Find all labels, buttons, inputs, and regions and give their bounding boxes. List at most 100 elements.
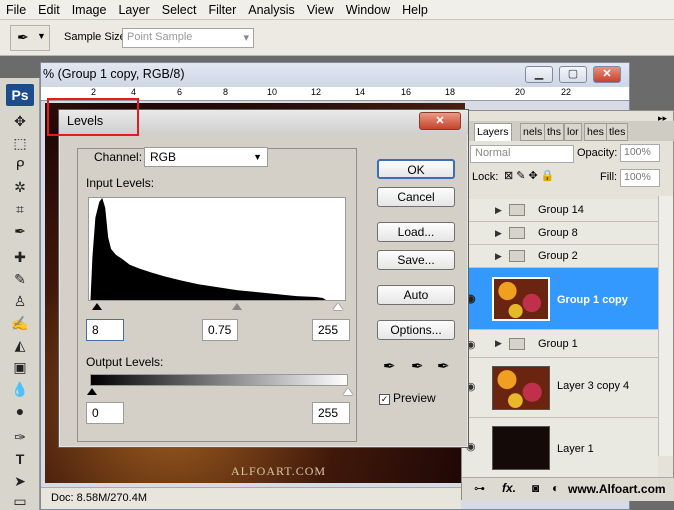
blur-tool-icon[interactable]: 💧 xyxy=(10,380,30,398)
black-point-eyedropper-icon[interactable]: ✒ xyxy=(383,357,396,375)
blend-mode-select[interactable]: Normal xyxy=(470,145,574,163)
lock-icons[interactable]: ⊠ ✎ ✥ 🔒 xyxy=(504,169,555,182)
move-tool-icon[interactable]: ✥ xyxy=(10,112,30,130)
output-white-slider[interactable] xyxy=(343,388,353,395)
healing-brush-icon[interactable]: ✚ xyxy=(10,248,30,266)
menu-window[interactable]: Window xyxy=(340,0,396,20)
options-button[interactable]: Options... xyxy=(377,320,455,340)
panel-tabs: Layers nels ths lor hes tles xyxy=(462,121,674,141)
layer-name: Group 1 copy xyxy=(557,294,628,306)
levels-group: Channel: RGB ▼ Input Levels: 8 0.75 255 … xyxy=(77,147,357,442)
tab-channels[interactable]: nels xyxy=(520,123,546,141)
folder-icon xyxy=(509,338,525,350)
cancel-button[interactable]: Cancel xyxy=(377,187,455,207)
link-layers-icon[interactable]: ⊶ xyxy=(474,482,485,495)
path-selection-icon[interactable]: ➤ xyxy=(10,472,30,490)
input-black-slider[interactable] xyxy=(92,303,102,310)
tab-styles[interactable]: tles xyxy=(606,123,629,141)
shape-tool-icon[interactable]: ▭ xyxy=(10,492,30,510)
output-white-field[interactable]: 255 xyxy=(312,402,350,424)
layer-row[interactable]: ◉ Layer 1 xyxy=(462,418,658,478)
tab-paths[interactable]: ths xyxy=(544,123,565,141)
menu-layer[interactable]: Layer xyxy=(112,0,155,20)
input-gamma-slider[interactable] xyxy=(232,303,242,310)
restore-button[interactable]: ▢ xyxy=(559,66,587,83)
input-white-slider[interactable] xyxy=(333,303,343,310)
photoshop-logo: Ps xyxy=(6,84,34,106)
gray-point-eyedropper-icon[interactable]: ✒ xyxy=(411,357,424,375)
fill-field[interactable]: 100% xyxy=(620,169,660,187)
layer-mask-icon[interactable]: ◙ xyxy=(532,481,539,495)
document-titlebar: % (Group 1 copy, RGB/8) ▁ ▢ ✕ xyxy=(41,63,629,87)
magic-wand-icon[interactable]: ✲ xyxy=(10,178,30,196)
menu-file[interactable]: File xyxy=(0,0,32,20)
menu-select[interactable]: Select xyxy=(156,0,203,20)
input-white-field[interactable]: 255 xyxy=(312,319,350,341)
chevron-down-icon: ▼ xyxy=(37,31,46,41)
toolbox: Ps ✥ ⬚ ᑭ ✲ ⌗ ✒ ✚ ✎ ♙ ✍ ◭ ▣ 💧 ● ✑ T ➤ ▭ xyxy=(0,78,40,510)
tool-preset-picker[interactable]: ✒ ▼ xyxy=(10,25,50,51)
channel-label: Channel: xyxy=(92,150,145,164)
layer-row[interactable]: ◉ Layer 3 copy 4 xyxy=(462,358,658,418)
tab-color[interactable]: lor xyxy=(564,123,582,141)
white-point-eyedropper-icon[interactable]: ✒ xyxy=(437,357,450,375)
load-button[interactable]: Load... xyxy=(377,222,455,242)
minimize-button[interactable]: ▁ xyxy=(525,66,553,83)
tab-swatches[interactable]: hes xyxy=(584,123,607,141)
folder-icon xyxy=(509,204,525,216)
ruler-label: 20 xyxy=(515,87,526,97)
dodge-tool-icon[interactable]: ● xyxy=(10,402,30,420)
eyedropper-tool-icon[interactable]: ✒ xyxy=(10,222,30,240)
output-black-field[interactable]: 0 xyxy=(86,402,124,424)
layers-scrollbar[interactable] xyxy=(658,196,673,456)
expand-triangle-icon[interactable]: ▶ xyxy=(495,205,502,216)
sample-size-select[interactable]: Point Sample ▾ xyxy=(122,28,254,48)
input-black-field[interactable]: 8 xyxy=(86,319,124,341)
lasso-tool-icon[interactable]: ᑭ xyxy=(10,156,30,174)
fx-button[interactable]: fx. xyxy=(502,481,516,495)
save-button[interactable]: Save... xyxy=(377,250,455,270)
expand-triangle-icon[interactable]: ▶ xyxy=(495,338,502,349)
document-title: % (Group 1 copy, RGB/8) xyxy=(43,67,185,81)
history-brush-icon[interactable]: ✍ xyxy=(10,314,30,332)
output-black-slider[interactable] xyxy=(87,388,97,395)
layer-row[interactable]: ◉ ▶ Group 1 xyxy=(462,330,658,358)
marquee-tool-icon[interactable]: ⬚ xyxy=(10,134,30,152)
ok-button[interactable]: OK xyxy=(377,159,455,179)
type-tool-icon[interactable]: T xyxy=(10,450,30,468)
layer-name: Group 2 xyxy=(538,250,578,262)
opacity-field[interactable]: 100% xyxy=(620,144,660,162)
pen-tool-icon[interactable]: ✑ xyxy=(10,428,30,446)
input-levels-label: Input Levels: xyxy=(86,176,155,190)
layer-row-selected[interactable]: ◉ Group 1 copy xyxy=(462,268,658,330)
close-button[interactable]: ✕ xyxy=(593,66,621,83)
close-button[interactable]: ✕ xyxy=(419,112,461,130)
menu-help[interactable]: Help xyxy=(396,0,434,20)
menu-filter[interactable]: Filter xyxy=(202,0,242,20)
ruler-label: 14 xyxy=(355,87,366,97)
preview-checkbox[interactable]: ✓ Preview xyxy=(379,391,436,405)
gradient-tool-icon[interactable]: ▣ xyxy=(10,358,30,376)
chevron-down-icon: ▼ xyxy=(253,152,262,162)
clone-stamp-icon[interactable]: ♙ xyxy=(10,292,30,310)
menu-edit[interactable]: Edit xyxy=(32,0,66,20)
menu-analysis[interactable]: Analysis xyxy=(242,0,301,20)
eraser-tool-icon[interactable]: ◭ xyxy=(10,336,30,354)
input-gamma-field[interactable]: 0.75 xyxy=(202,319,238,341)
auto-button[interactable]: Auto xyxy=(377,285,455,305)
ruler-label: 12 xyxy=(311,87,322,97)
tab-layers[interactable]: Layers xyxy=(474,123,512,141)
crop-tool-icon[interactable]: ⌗ xyxy=(10,200,30,218)
menu-view[interactable]: View xyxy=(301,0,340,20)
adjustment-layer-icon[interactable]: ◐ xyxy=(552,481,559,495)
preview-label: Preview xyxy=(393,391,436,405)
layer-row[interactable]: ▶ Group 8 xyxy=(462,222,658,245)
layer-row[interactable]: ▶ Group 2 xyxy=(462,245,658,268)
ruler-label: 10 xyxy=(267,87,278,97)
expand-triangle-icon[interactable]: ▶ xyxy=(495,251,502,262)
brush-tool-icon[interactable]: ✎ xyxy=(10,270,30,288)
channel-select[interactable]: RGB ▼ xyxy=(144,147,268,167)
menu-image[interactable]: Image xyxy=(66,0,113,20)
layer-row[interactable]: ▶ Group 14 xyxy=(462,199,658,222)
expand-triangle-icon[interactable]: ▶ xyxy=(495,228,502,239)
